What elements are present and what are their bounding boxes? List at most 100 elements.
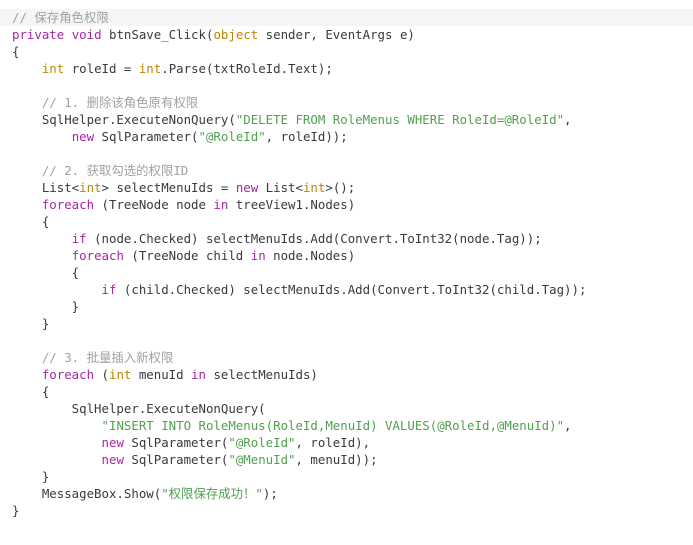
code-token-kw: foreach: [41, 367, 95, 382]
code-line: // 3. 批量插入新权限: [0, 349, 693, 366]
code-token-pl: (TreeNode child: [123, 248, 251, 263]
code-token-type: int: [79, 180, 102, 195]
code-token-kw: in: [213, 197, 229, 212]
code-token-pl: (TreeNode node: [94, 197, 214, 212]
code-token-kw: private: [12, 27, 65, 42]
code-token-pl: > selectMenuIds =: [101, 180, 236, 195]
code-token-str: "DELETE FROM RoleMenus WHERE RoleId=@Rol…: [235, 112, 565, 127]
code-line: SqlHelper.ExecuteNonQuery("DELETE FROM R…: [0, 111, 693, 128]
code-token-pl: btnSave_Click(: [101, 27, 214, 42]
code-line: }: [0, 468, 693, 485]
code-line: // 2. 获取勾选的权限ID: [0, 162, 693, 179]
code-line: {: [0, 213, 693, 230]
code-token-str: "@RoleId": [198, 129, 266, 144]
code-token-kw: foreach: [71, 248, 124, 263]
code-line: MessageBox.Show("权限保存成功！");: [0, 485, 693, 502]
code-token-str: "INSERT INTO RoleMenus(RoleId,MenuId) VA…: [101, 418, 565, 433]
code-token-pl: );: [262, 486, 278, 501]
code-token-pl: , menuId));: [295, 452, 378, 467]
code-token-pl: , roleId));: [265, 129, 348, 144]
code-line: new SqlParameter("@RoleId", roleId),: [0, 434, 693, 451]
code-line: List<int> selectMenuIds = new List<int>(…: [0, 179, 693, 196]
code-token-pl: }: [12, 299, 80, 314]
code-token-kw: new: [101, 435, 124, 450]
code-token-pl: SqlHelper.ExecuteNonQuery(: [12, 401, 266, 416]
code-token-cm: // 3. 批量插入新权限: [41, 350, 174, 365]
code-token-pl: , roleId),: [295, 435, 371, 450]
code-token-type: int: [302, 180, 326, 195]
code-token-pl: List<: [12, 180, 80, 195]
code-token-kw: foreach: [41, 197, 95, 212]
code-line: {: [0, 264, 693, 281]
code-token-kw: new: [101, 452, 124, 467]
code-token-kw: if: [101, 282, 117, 297]
code-token-pl: ,: [564, 418, 572, 433]
code-line: if (child.Checked) selectMenuIds.Add(Con…: [0, 281, 693, 298]
code-token-pl: menuId: [131, 367, 192, 382]
code-token-kw: in: [250, 248, 266, 263]
code-token-pl: selectMenuIds): [205, 367, 318, 382]
code-line: foreach (TreeNode node in treeView1.Node…: [0, 196, 693, 213]
code-line: int roleId = int.Parse(txtRoleId.Text);: [0, 60, 693, 77]
code-line: {: [0, 383, 693, 400]
code-token-str: "@MenuId": [228, 452, 296, 467]
code-token-pl: .Parse(txtRoleId.Text);: [161, 61, 333, 76]
code-line: // 保存角色权限: [0, 9, 693, 26]
code-token-pl: treeView1.Nodes): [228, 197, 356, 212]
code-token-pl: {: [12, 384, 50, 399]
code-line: private void btnSave_Click(object sender…: [0, 26, 693, 43]
code-token-pl: {: [12, 44, 20, 59]
code-token-pl: SqlHelper.ExecuteNonQuery(: [12, 112, 236, 127]
code-token-kw: if: [71, 231, 87, 246]
code-token-pl: MessageBox.Show(: [12, 486, 162, 501]
code-token-kw: in: [191, 367, 206, 382]
code-token-pl: }: [12, 316, 50, 331]
code-block[interactable]: // 保存角色权限 private void btnSave_Click(obje…: [0, 9, 693, 519]
code-line: SqlHelper.ExecuteNonQuery(: [0, 400, 693, 417]
code-token-str: "权限保存成功！": [161, 486, 263, 501]
code-token-pl: {: [12, 214, 50, 229]
code-token-pl: (child.Checked) selectMenuIds.Add(Conver…: [116, 282, 587, 297]
code-line: foreach (int menuId in selectMenuIds): [0, 366, 693, 383]
code-token-pl: (: [94, 367, 109, 382]
code-token-pl: }: [12, 469, 50, 484]
code-token-pl: ,: [564, 112, 572, 127]
code-token-pl: }: [12, 503, 20, 518]
code-token-pl: SqlParameter(: [123, 435, 229, 450]
code-token-str: "@RoleId": [228, 435, 296, 450]
code-line: new SqlParameter("@RoleId", roleId));: [0, 128, 693, 145]
code-token-pl: SqlParameter(: [94, 129, 199, 144]
code-line: // 1. 删除该角色原有权限: [0, 94, 693, 111]
code-line: }: [0, 315, 693, 332]
code-token-kw: void: [71, 27, 102, 42]
code-token-kw: new: [71, 129, 95, 144]
code-token-kw: new: [235, 180, 259, 195]
code-token-pl: List<: [258, 180, 303, 195]
code-token-pl: (node.Checked) selectMenuIds.Add(Convert…: [86, 231, 542, 246]
code-line: }: [0, 298, 693, 315]
code-line: {: [0, 43, 693, 60]
code-line: if (node.Checked) selectMenuIds.Add(Conv…: [0, 230, 693, 247]
code-line: }: [0, 502, 693, 519]
code-token-pl: sender, EventArgs e): [258, 27, 415, 42]
code-line: "INSERT INTO RoleMenus(RoleId,MenuId) VA…: [0, 417, 693, 434]
code-token-cm: // 保存角色权限: [12, 10, 109, 25]
code-token-pl: roleId =: [64, 61, 139, 76]
code-line: new SqlParameter("@MenuId", menuId));: [0, 451, 693, 468]
code-token-cm: // 2. 获取勾选的权限ID: [41, 163, 189, 178]
code-line: foreach (TreeNode child in node.Nodes): [0, 247, 693, 264]
